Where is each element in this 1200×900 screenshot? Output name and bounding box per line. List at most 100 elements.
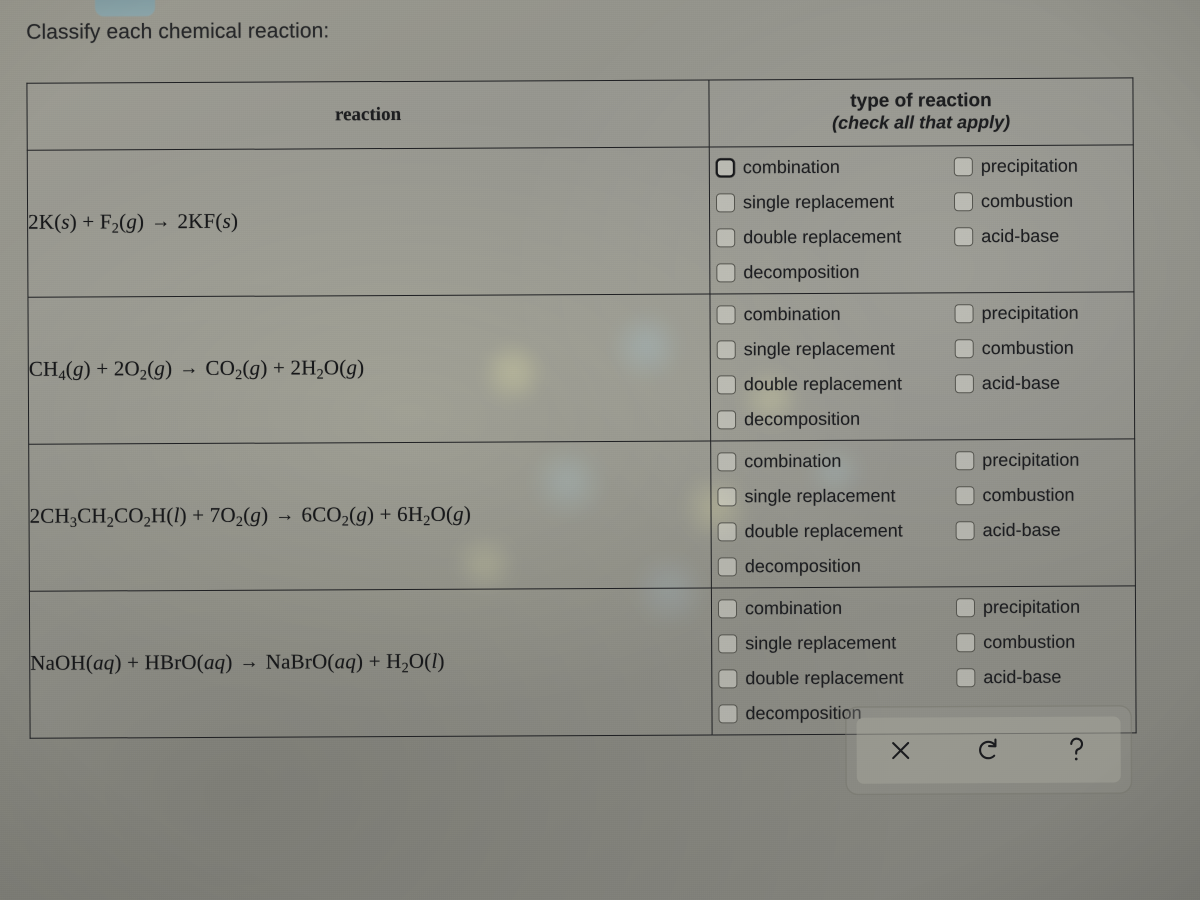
checkbox-icon[interactable]	[954, 374, 974, 394]
checkbox-option-combustion[interactable]: combustion	[955, 477, 1141, 513]
reaction-equation-cell: 2CH3CH2CO2H(l) + 7O2(g) → 6CO2(g) + 6H2O(g…	[28, 440, 712, 592]
checkbox-option-double-replacement[interactable]: double replacement	[716, 366, 955, 402]
checkbox-option-double-replacement[interactable]: double replacement	[718, 660, 956, 696]
checkbox-icon[interactable]	[717, 487, 737, 507]
checkbox-icon[interactable]	[955, 486, 975, 506]
checkbox-icon[interactable]	[955, 451, 975, 471]
checkbox-option-single-replacement[interactable]: single replacement	[718, 625, 956, 661]
checkbox-label: decomposition	[744, 555, 861, 577]
checkbox-icon[interactable]	[953, 192, 974, 212]
reaction-equation-cell: CH4(g) + 2O2(g) → CO2(g) + 2H2O(g)	[27, 293, 711, 445]
checkbox-option-combustion[interactable]: combustion	[956, 624, 1142, 660]
checkbox-option-combination[interactable]: combination	[716, 296, 954, 332]
checkbox-option-single-replacement[interactable]: single replacement	[717, 478, 955, 514]
reaction-type-checkbox-group: combination precipitation single replaceme…	[710, 145, 1134, 293]
checkbox-option-precipitation[interactable]: precipitation	[955, 589, 1142, 625]
answer-toolbar	[846, 706, 1131, 794]
undo-arrow-icon	[979, 738, 997, 760]
table-row: 2CH3CH2CO2H(l) + 7O2(g) → 6CO2(g) + 6H2O(g…	[28, 438, 1136, 592]
clear-button[interactable]	[874, 723, 928, 777]
checkbox-option-decomposition[interactable]: decomposition	[716, 254, 954, 290]
reaction-equation-cell: NaOH(aq) + HBrO(aq) → NaBrO(aq) + H2O(l)	[29, 587, 713, 739]
checkbox-option-acid-base[interactable]: acid-base	[954, 365, 1141, 401]
checkbox-label: acid-base	[982, 519, 1061, 541]
checkbox-icon[interactable]	[717, 557, 737, 577]
checkbox-option-combination[interactable]: combination	[717, 590, 956, 626]
checkbox-option-combustion[interactable]: combustion	[953, 183, 1140, 219]
checkbox-icon[interactable]	[717, 522, 737, 542]
checkbox-icon[interactable]	[716, 375, 736, 395]
reaction-equation-cell: 2K(s) + F2(g) → 2KF(s)	[27, 146, 710, 298]
reaction-equation: NaOH(aq) + HBrO(aq) → NaBrO(aq) + H2O(l)	[30, 648, 445, 677]
reset-button[interactable]	[962, 723, 1016, 777]
table-header: reaction type of reaction (check all tha…	[26, 77, 1134, 151]
checkbox-option-combustion[interactable]: combustion	[954, 330, 1141, 366]
checkbox-icon[interactable]	[717, 452, 737, 472]
checkbox-icon[interactable]	[956, 668, 976, 688]
checkbox-icon[interactable]	[716, 228, 736, 248]
checkbox-icon[interactable]	[955, 521, 975, 541]
checkbox-label: combustion	[980, 190, 1074, 212]
reaction-equation: 2CH3CH2CO2H(l) + 7O2(g) → 6CO2(g) + 6H2O(g…	[29, 501, 472, 531]
checkbox-option-precipitation[interactable]: precipitation	[953, 148, 1140, 184]
checkbox-label: single replacement	[743, 338, 895, 360]
checkbox-option-acid-base[interactable]: acid-base	[954, 218, 1140, 254]
checkbox-option-single-replacement[interactable]: single replacement	[716, 331, 955, 367]
checkbox-label: acid-base	[981, 372, 1060, 394]
checkbox-label: double replacement	[745, 667, 904, 689]
checkbox-label: single replacement	[745, 632, 897, 654]
checkbox-icon[interactable]	[717, 599, 738, 619]
reaction-type-cell: combination precipitation single replaceme…	[709, 144, 1134, 294]
checkbox-label: single replacement	[742, 191, 895, 213]
checkbox-icon[interactable]	[954, 227, 974, 247]
checkbox-label: single replacement	[744, 485, 896, 507]
checkbox-icon[interactable]	[954, 339, 974, 359]
table-row: 2K(s) + F2(g) → 2KF(s) combination precipita…	[27, 144, 1134, 298]
reaction-type-cell: combination precipitation single replaceme…	[710, 438, 1136, 588]
x-icon	[892, 741, 910, 760]
answer-toolbar-inner	[856, 716, 1121, 784]
checkbox-icon[interactable]	[716, 263, 736, 283]
checkbox-label: acid-base	[981, 225, 1060, 247]
checkbox-icon[interactable]	[717, 410, 737, 430]
checkbox-option-acid-base[interactable]: acid-base	[955, 512, 1142, 548]
checkbox-label: precipitation	[980, 155, 1078, 177]
checkbox-option-precipitation[interactable]: precipitation	[954, 295, 1140, 331]
column-header-type-of-reaction: type of reaction (check all that apply)	[708, 77, 1134, 147]
reaction-equation: CH4(g) + 2O2(g) → CO2(g) + 2H2O(g)	[28, 355, 365, 384]
checkbox-label: decomposition	[745, 702, 862, 724]
checkbox-icon[interactable]	[953, 157, 973, 177]
checkbox-label: double replacement	[743, 373, 903, 395]
checkbox-option-decomposition[interactable]: decomposition	[717, 401, 955, 437]
checkbox-option-double-replacement[interactable]: double replacement	[716, 219, 954, 255]
checkbox-icon[interactable]	[718, 704, 738, 724]
checkbox-icon[interactable]	[956, 633, 976, 653]
checkbox-icon[interactable]	[716, 305, 736, 325]
help-button[interactable]	[1050, 723, 1104, 777]
checkbox-icon[interactable]	[716, 340, 736, 360]
reaction-type-cell: combination precipitation single replaceme…	[709, 291, 1135, 441]
checkbox-label: decomposition	[743, 261, 860, 283]
checkbox-option-single-replacement[interactable]: single replacement	[715, 184, 954, 220]
checkbox-option-precipitation[interactable]: precipitation	[955, 442, 1141, 478]
checkbox-option-combination[interactable]: combination	[715, 149, 954, 185]
clipped-ui-chip	[94, 0, 156, 17]
checkbox-option-combination[interactable]: combination	[717, 443, 955, 479]
checkbox-option-acid-base[interactable]: acid-base	[956, 659, 1142, 695]
checkbox-option-double-replacement[interactable]: double replacement	[717, 513, 956, 549]
checkbox-option-decomposition[interactable]: decomposition	[717, 548, 956, 584]
checkbox-icon[interactable]	[718, 634, 738, 654]
column-header-reaction: reaction	[26, 79, 710, 151]
checkbox-label: acid-base	[983, 666, 1062, 688]
page-title: Classify each chemical reaction:	[26, 19, 330, 44]
checkbox-icon[interactable]	[715, 193, 736, 213]
checkbox-label: combination	[744, 597, 843, 619]
question-mark-icon	[1070, 737, 1084, 761]
reaction-equation: 2K(s) + F2(g) → 2KF(s)	[28, 208, 239, 237]
checkbox-icon[interactable]	[955, 598, 976, 618]
checkbox-label: double replacement	[744, 520, 903, 542]
reaction-classification-table: reaction type of reaction (check all tha…	[26, 77, 1137, 739]
checkbox-icon[interactable]	[954, 304, 974, 324]
checkbox-icon[interactable]	[715, 158, 735, 178]
checkbox-icon[interactable]	[718, 669, 738, 689]
